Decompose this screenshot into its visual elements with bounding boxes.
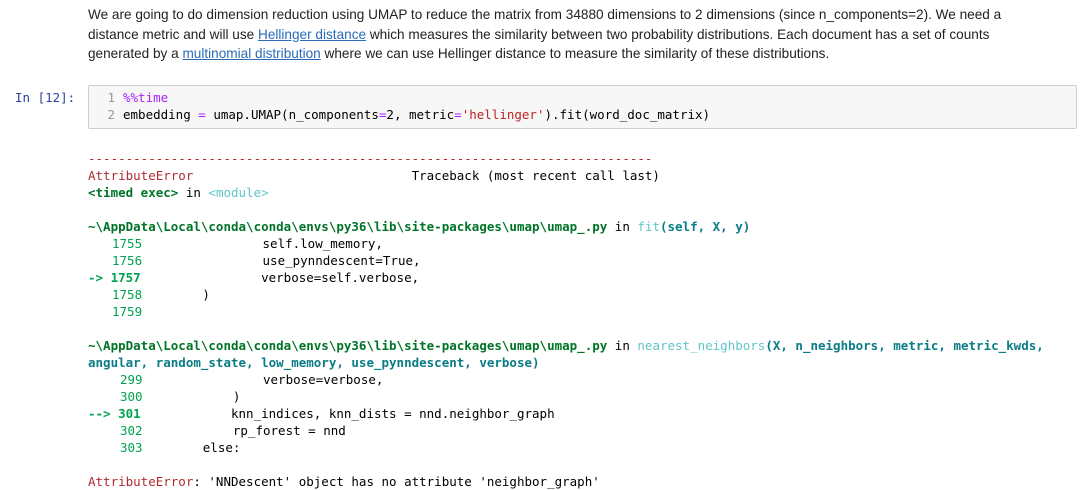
line-number: 2 bbox=[107, 107, 115, 122]
traceback-header: AttributeError Traceback (most recent ca… bbox=[88, 167, 1078, 184]
frame2-code: else: bbox=[142, 440, 241, 455]
traceback-line: 302 rp_forest = nnd bbox=[88, 422, 1078, 439]
frame2-code: ) bbox=[142, 389, 241, 404]
traceback-label: Traceback (most recent call last) bbox=[411, 168, 660, 183]
timed-exec: <timed exec> bbox=[88, 185, 179, 200]
frame2-line-number: 301 bbox=[118, 406, 141, 421]
frame2-function: nearest_neighbors bbox=[637, 338, 766, 353]
markdown-text-3: where we can use Hellinger distance to m… bbox=[320, 46, 830, 61]
code-segment: ).fit(word_doc_matrix) bbox=[544, 107, 711, 122]
frame1-line-number: 1755 bbox=[112, 236, 143, 251]
frame1-line-number: 1757 bbox=[110, 270, 141, 285]
frame1-code: verbose=self.verbose, bbox=[140, 270, 420, 285]
frame1-line-number: 1759 bbox=[112, 304, 143, 319]
separator-dashes: ----------------------------------------… bbox=[88, 151, 653, 166]
code-segment: umap.UMAP(n_components bbox=[205, 107, 379, 122]
traceback-line: 303 else: bbox=[88, 439, 1078, 456]
frame1-header: ~\AppData\Local\conda\conda\envs\py36\li… bbox=[88, 218, 1078, 235]
frame1-line-number: 1756 bbox=[112, 253, 143, 268]
frame2-arrow: --> bbox=[88, 406, 119, 421]
traceback-line: 1759 bbox=[88, 303, 1078, 320]
hellinger-distance-link[interactable]: Hellinger distance bbox=[258, 27, 366, 42]
traceback-line: 1756 use_pynndescent=True, bbox=[88, 252, 1078, 269]
code-operator: = bbox=[454, 107, 462, 122]
traceback-line: 1755 self.low_memory, bbox=[88, 235, 1078, 252]
frame1-args: (self, X, y) bbox=[659, 219, 751, 234]
frame2-line-number: 299 bbox=[120, 372, 143, 387]
code-line: 1 %%time bbox=[89, 90, 168, 107]
final-error-name: AttributeError bbox=[88, 474, 194, 489]
traceback-line: 299 verbose=verbose, bbox=[88, 371, 1078, 388]
error-name: AttributeError bbox=[88, 168, 194, 183]
frame1-arrow: -> bbox=[88, 270, 111, 285]
frame2-header: ~\AppData\Local\conda\conda\envs\py36\li… bbox=[88, 337, 1078, 354]
frame1-code: use_pynndescent=True, bbox=[142, 253, 421, 268]
code-segment: 2, metric bbox=[386, 107, 455, 122]
frame1-path: ~\AppData\Local\conda\conda\envs\py36\li… bbox=[88, 219, 608, 234]
multinomial-distribution-link[interactable]: multinomial distribution bbox=[182, 46, 320, 61]
frame2-line-number: 302 bbox=[120, 423, 143, 438]
code-string: 'hellinger' bbox=[461, 107, 545, 122]
code-input-area[interactable]: 1 %%time 2 embedding = umap.UMAP(n_compone… bbox=[88, 85, 1077, 129]
code-segment: embedding bbox=[123, 107, 199, 122]
final-error-line: AttributeError: 'NNDescent' object has n… bbox=[88, 473, 1078, 490]
frame2-args: (X, n_neighbors, metric, metric_kwds, bbox=[765, 338, 1044, 353]
frame1-code: ) bbox=[142, 287, 210, 302]
traceback-line: 300 ) bbox=[88, 388, 1078, 405]
final-error-message: : 'NNDescent' object has no attribute 'n… bbox=[193, 474, 600, 489]
in-word: in bbox=[178, 185, 209, 200]
traceback-line-current: -> 1757 verbose=self.verbose, bbox=[88, 269, 1078, 286]
traceback-line: 1758 ) bbox=[88, 286, 1078, 303]
frame1-line-number: 1758 bbox=[112, 287, 143, 302]
timed-exec-line: <timed exec> in <module> bbox=[88, 184, 1078, 201]
line-number: 1 bbox=[107, 90, 115, 105]
frame1-code: self.low_memory, bbox=[142, 236, 383, 251]
in-word: in bbox=[607, 338, 638, 353]
module-name: <module> bbox=[208, 185, 269, 200]
frame2-args-continued: angular, random_state, low_memory, use_p… bbox=[88, 355, 540, 370]
traceback-line-current: --> 301 knn_indices, knn_dists = nnd.nei… bbox=[88, 405, 1078, 422]
code-operator: = bbox=[198, 107, 206, 122]
input-prompt: In [12]: bbox=[15, 90, 76, 105]
markdown-cell: We are going to do dimension reduction u… bbox=[88, 5, 1048, 64]
frame2-code: rp_forest = nnd bbox=[142, 423, 346, 438]
error-output: ----------------------------------------… bbox=[88, 150, 1078, 490]
frame2-line-number: 303 bbox=[120, 440, 143, 455]
frame2-path: ~\AppData\Local\conda\conda\envs\py36\li… bbox=[88, 338, 608, 353]
frame2-code: knn_indices, knn_dists = nnd.neighbor_gr… bbox=[140, 406, 555, 421]
in-word: in bbox=[607, 219, 638, 234]
frame2-code: verbose=verbose, bbox=[142, 372, 384, 387]
code-line: 2 embedding = umap.UMAP(n_components=2, m… bbox=[89, 107, 710, 124]
frame2-line-number: 300 bbox=[120, 389, 143, 404]
cell-magic: %%time bbox=[123, 90, 169, 105]
frame1-function: fit bbox=[637, 219, 660, 234]
